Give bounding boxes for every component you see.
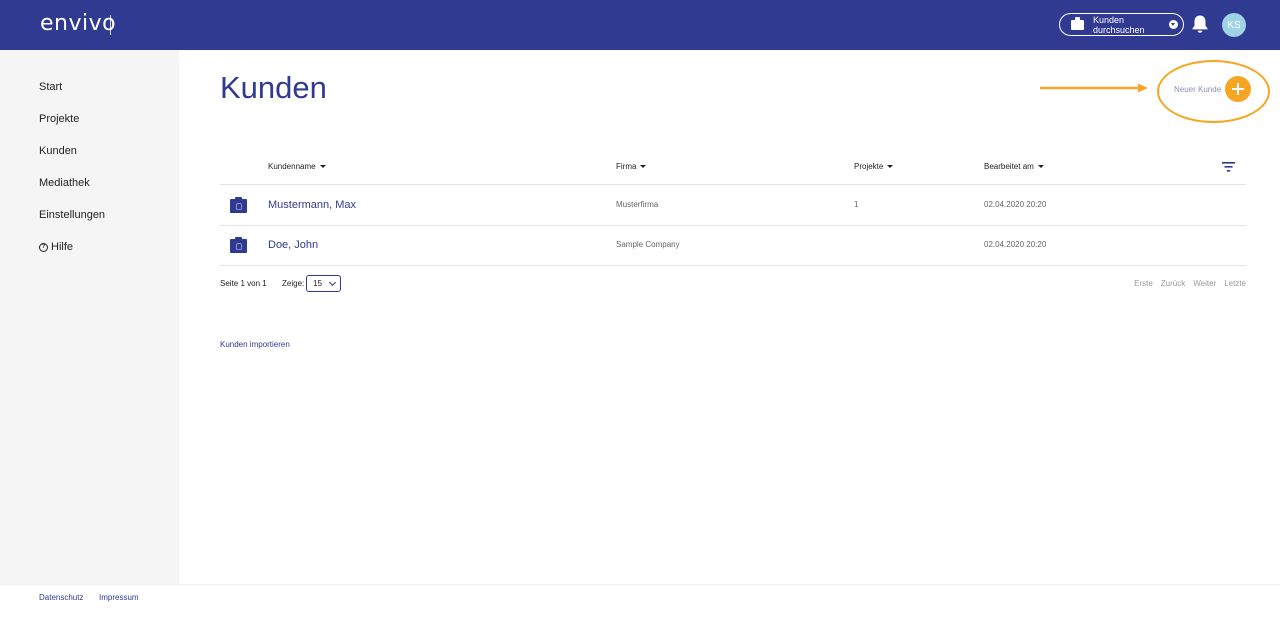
- pagination-info: Seite 1 von 1: [220, 279, 267, 288]
- customer-name-link[interactable]: Mustermann, Max: [268, 199, 356, 211]
- annotation-arrow-icon: [1040, 83, 1148, 93]
- customer-search-label: Kunden durchsuchen: [1093, 14, 1145, 35]
- sort-caret-icon: [640, 165, 647, 168]
- folder-icon: [1071, 16, 1084, 30]
- sort-caret-icon: [319, 165, 326, 168]
- customer-company: Musterfirma: [616, 200, 659, 209]
- pagination-next[interactable]: Weiter: [1193, 279, 1216, 288]
- column-header-projekte[interactable]: Projekte: [854, 162, 894, 171]
- sidebar-item-kunden[interactable]: Kunden: [39, 145, 77, 157]
- footer-divider: [0, 584, 1280, 585]
- app-header: envivo Kunden durchsuchen KS: [0, 0, 1280, 50]
- sidebar-item-hilfe[interactable]: ? Hilfe: [39, 241, 73, 253]
- customer-edited: 02.04.2020 20:20: [984, 200, 1047, 209]
- sort-caret-icon: [887, 165, 894, 168]
- column-header-firma[interactable]: Firma: [616, 162, 647, 171]
- sidebar: Start Projekte Kunden Mediathek Einstell…: [0, 50, 179, 584]
- plus-icon: [1225, 76, 1252, 102]
- customer-projects: 1: [854, 200, 859, 209]
- page-title: Kunden: [220, 70, 327, 105]
- pagination-first[interactable]: Erste: [1134, 279, 1153, 288]
- sidebar-item-label: Hilfe: [51, 241, 74, 253]
- page-size-label: Zeige:: [282, 279, 305, 288]
- import-customers-link[interactable]: Kunden importieren: [220, 340, 290, 349]
- customer-folder-icon: [230, 197, 247, 213]
- sidebar-item-start[interactable]: Start: [39, 81, 62, 93]
- new-customer-label: Neuer Kunde: [1174, 84, 1222, 94]
- pagination-links: Erste Zurück Weiter Letzte: [1134, 279, 1246, 288]
- column-header-label: Projekte: [854, 162, 884, 171]
- sidebar-item-einstellungen[interactable]: Einstellungen: [39, 209, 105, 221]
- table-divider: [220, 265, 1246, 266]
- sidebar-item-projekte[interactable]: Projekte: [39, 113, 79, 125]
- page-size-value: 15: [313, 279, 322, 288]
- pagination-prev[interactable]: Zurück: [1161, 279, 1185, 288]
- sort-caret-icon: [1037, 165, 1044, 168]
- column-header-label: Kundenname: [268, 162, 316, 171]
- logo-divider: [110, 15, 111, 35]
- column-header-label: Bearbeitet am: [984, 162, 1034, 171]
- customer-company: Sample Company: [616, 240, 680, 249]
- column-header-bearbeitet-am[interactable]: Bearbeitet am: [984, 162, 1044, 171]
- app-logo[interactable]: envivo: [40, 11, 116, 36]
- table-divider: [220, 184, 1246, 185]
- column-header-kundenname[interactable]: Kundenname: [268, 162, 326, 171]
- table-divider: [220, 225, 1246, 226]
- chevron-down-icon: [1169, 20, 1178, 29]
- footer-link-impressum[interactable]: Impressum: [99, 593, 139, 602]
- chevron-down-icon: [328, 278, 337, 287]
- sidebar-item-mediathek[interactable]: Mediathek: [39, 177, 90, 189]
- help-circle-icon: ?: [39, 242, 48, 252]
- customer-edited: 02.04.2020 20:20: [984, 240, 1047, 249]
- bell-icon[interactable]: [1191, 14, 1209, 34]
- customer-folder-icon: [230, 237, 247, 253]
- filter-icon[interactable]: [1222, 162, 1235, 172]
- new-customer-button[interactable]: Neuer Kunde: [1174, 76, 1252, 102]
- customer-name-link[interactable]: Doe, John: [268, 239, 318, 251]
- user-avatar[interactable]: KS: [1222, 13, 1246, 37]
- footer-link-datenschutz[interactable]: Datenschutz: [39, 593, 83, 602]
- page-size-select[interactable]: 15: [306, 275, 341, 292]
- column-header-label: Firma: [616, 162, 637, 171]
- customer-search-button[interactable]: Kunden durchsuchen: [1059, 13, 1184, 36]
- pagination-last[interactable]: Letzte: [1224, 279, 1246, 288]
